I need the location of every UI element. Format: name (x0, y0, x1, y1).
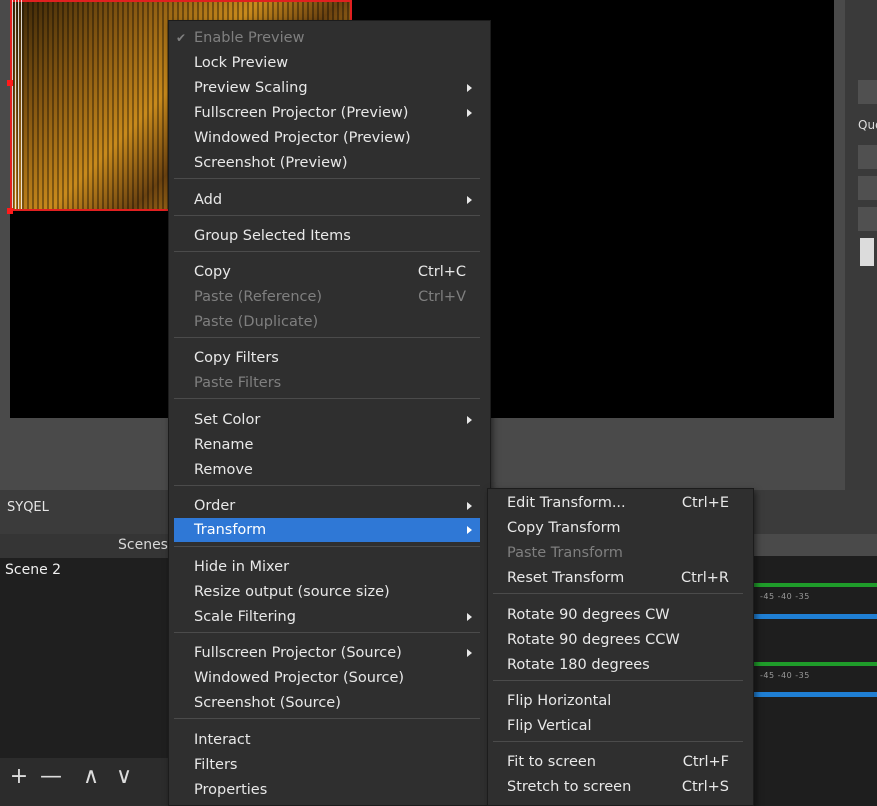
menu-item-set-color[interactable]: Set Color (174, 408, 480, 432)
menu-item-flip-horizontal[interactable]: Flip Horizontal (493, 689, 743, 713)
menu-item-resize-output[interactable]: Resize output (source size) (174, 580, 480, 604)
audio-meter (753, 583, 877, 587)
checkmark-icon: ✔ (176, 31, 187, 45)
menu-item-flip-vertical[interactable]: Flip Vertical (493, 714, 743, 738)
move-scene-down-button[interactable]: ∨ (111, 766, 137, 790)
menu-item-paste-reference[interactable]: Paste (Reference) Ctrl+V (174, 285, 480, 309)
menu-item-paste-filters[interactable]: Paste Filters (174, 371, 480, 395)
menu-item-scale-filtering[interactable]: Scale Filtering (174, 605, 480, 629)
menu-item-rename[interactable]: Rename (174, 433, 480, 457)
menu-item-reset-transform[interactable]: Reset Transform Ctrl+R (493, 566, 743, 590)
controls-button[interactable] (858, 176, 877, 200)
menu-item-add[interactable]: Add (174, 188, 480, 212)
controls-button[interactable] (858, 145, 877, 169)
minus-icon: — (40, 764, 62, 789)
move-scene-up-button[interactable]: ∧ (78, 766, 104, 790)
scenes-title: Scenes (118, 537, 168, 553)
menu-item-fullscreen-projector-source[interactable]: Fullscreen Projector (Source) (174, 641, 480, 665)
menu-item-screenshot-source[interactable]: Screenshot (Source) (174, 691, 480, 715)
menu-item-copy-transform[interactable]: Copy Transform (493, 516, 743, 540)
add-scene-button[interactable]: + (6, 766, 32, 790)
menu-separator (174, 337, 480, 338)
volume-slider[interactable] (753, 614, 877, 619)
source-context-menu: ✔ Enable Preview Lock Preview Preview Sca… (168, 20, 491, 806)
menu-item-windowed-projector-source[interactable]: Windowed Projector (Source) (174, 666, 480, 690)
menu-item-transform[interactable]: Transform (174, 518, 480, 542)
menu-separator (174, 485, 480, 486)
menu-item-fit-to-screen[interactable]: Fit to screen Ctrl+F (493, 750, 743, 774)
menu-item-filters[interactable]: Filters (174, 753, 480, 777)
menu-item-rotate-ccw[interactable]: Rotate 90 degrees CCW (493, 628, 743, 652)
menu-separator (493, 680, 743, 681)
menu-item-paste-duplicate[interactable]: Paste (Duplicate) (174, 310, 480, 334)
scenes-list (0, 558, 168, 758)
controls-dock-label: Que (858, 118, 877, 132)
menu-item-fullscreen-projector-preview[interactable]: Fullscreen Projector (Preview) (174, 101, 480, 125)
menu-separator (174, 718, 480, 719)
submenu-arrow-icon (467, 526, 472, 534)
menu-item-rotate-180[interactable]: Rotate 180 degrees (493, 653, 743, 677)
submenu-arrow-icon (467, 109, 472, 117)
transform-submenu: Edit Transform... Ctrl+E Copy Transform P… (487, 488, 754, 806)
profile-label: SYQEL (7, 500, 49, 515)
meter-scale: -45 -40 -35 (760, 592, 810, 601)
menu-separator (174, 251, 480, 252)
resize-handle-left[interactable] (7, 80, 13, 86)
submenu-arrow-icon (467, 84, 472, 92)
menu-item-screenshot-preview[interactable]: Screenshot (Preview) (174, 151, 480, 175)
controls-button[interactable] (858, 207, 877, 231)
menu-item-lock-preview[interactable]: Lock Preview (174, 51, 480, 75)
submenu-arrow-icon (467, 613, 472, 621)
volume-slider[interactable] (753, 692, 877, 697)
meter-scale: -45 -40 -35 (760, 671, 810, 680)
menu-separator (174, 632, 480, 633)
menu-item-windowed-projector-preview[interactable]: Windowed Projector (Preview) (174, 126, 480, 150)
menu-separator (493, 593, 743, 594)
audio-meter (753, 662, 877, 666)
menu-item-remove[interactable]: Remove (174, 458, 480, 482)
menu-item-preview-scaling[interactable]: Preview Scaling (174, 76, 480, 100)
menu-item-rotate-cw[interactable]: Rotate 90 degrees CW (493, 603, 743, 627)
submenu-arrow-icon (467, 649, 472, 657)
controls-button[interactable] (858, 80, 877, 104)
menu-separator (174, 178, 480, 179)
menu-separator (174, 215, 480, 216)
menu-item-hide-in-mixer[interactable]: Hide in Mixer (174, 555, 480, 579)
submenu-arrow-icon (467, 416, 472, 424)
menu-item-group-selected[interactable]: Group Selected Items (174, 224, 480, 248)
menu-item-order[interactable]: Order (174, 494, 480, 518)
menu-item-stretch-to-screen[interactable]: Stretch to screen Ctrl+S (493, 775, 743, 799)
menu-item-copy[interactable]: Copy Ctrl+C (174, 260, 480, 284)
source-image-detail (12, 0, 22, 209)
chevron-up-icon: ∧ (82, 764, 100, 789)
chevron-down-icon: ∨ (115, 764, 133, 789)
controls-slider[interactable] (860, 238, 874, 266)
scene-item[interactable]: Scene 2 (5, 562, 61, 578)
menu-item-edit-transform[interactable]: Edit Transform... Ctrl+E (493, 491, 743, 515)
menu-item-properties[interactable]: Properties (174, 778, 480, 802)
submenu-arrow-icon (467, 196, 472, 204)
menu-item-interact[interactable]: Interact (174, 728, 480, 752)
remove-scene-button[interactable]: — (38, 766, 64, 790)
menu-separator (174, 398, 480, 399)
resize-handle-bottom-left[interactable] (7, 208, 13, 214)
menu-item-paste-transform[interactable]: Paste Transform (493, 541, 743, 565)
menu-item-enable-preview[interactable]: ✔ Enable Preview (174, 26, 480, 50)
menu-separator (174, 546, 480, 547)
menu-separator (493, 741, 743, 742)
menu-item-copy-filters[interactable]: Copy Filters (174, 346, 480, 370)
submenu-arrow-icon (467, 502, 472, 510)
plus-icon: + (9, 764, 29, 789)
